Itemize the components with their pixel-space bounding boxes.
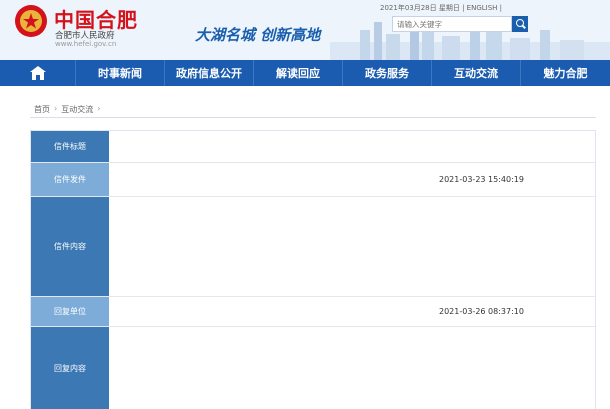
site-url: www.hefei.gov.cn [55,40,117,48]
breadcrumb: 首页 › 互动交流 › [34,104,104,115]
nav-item-charm-hefei[interactable]: 魅力合肥 [521,60,610,86]
row-letter-title: 信件标题 [31,131,595,163]
row-reply-unit: 回复单位 2021-03-26 08:37:10 [31,297,595,327]
label-reply-unit: 回复单位 [31,297,109,326]
nav-home[interactable] [0,60,76,86]
nav-item-gov-info[interactable]: 政府信息公开 [165,60,254,86]
breadcrumb-divider [30,117,596,118]
row-letter-content: 信件内容 [31,197,595,297]
breadcrumb-interaction[interactable]: 互动交流 [61,104,93,115]
breadcrumb-separator: › [97,104,101,113]
nav-item-interpretation[interactable]: 解读回应 [254,60,343,86]
letter-detail-table: 信件标题 信件发件 2021-03-23 15:40:19 信件内容 回复单位 … [30,130,596,409]
breadcrumb-home[interactable]: 首页 [34,104,50,115]
home-icon [29,66,46,80]
label-letter-content: 信件内容 [31,197,109,296]
label-letter-writer: 信件发件 [31,163,109,196]
weather-info [536,18,606,30]
slogan: 大湖名城 创新高地 [195,26,321,44]
label-letter-title: 信件标题 [31,131,109,162]
row-reply-content: 回复内容 [31,327,595,409]
breadcrumb-separator: › [54,104,58,113]
national-emblem-icon [15,5,47,37]
nav-item-news[interactable]: 时事新闻 [76,60,165,86]
nav-item-interaction[interactable]: 互动交流 [432,60,521,86]
row-letter-writer: 信件发件 2021-03-23 15:40:19 [31,163,595,197]
main-nav: 时事新闻 政府信息公开 解读回应 政务服务 互动交流 魅力合肥 [0,60,610,86]
site-header: 中国合肥 合肥市人民政府 www.hefei.gov.cn 大湖名城 创新高地 … [0,0,610,60]
search-button[interactable] [512,16,528,32]
value-letter-time: 2021-03-23 15:40:19 [439,175,524,184]
top-utility-bar[interactable]: 2021年03月28日 星期日 | ENGLISH | [380,3,608,15]
label-reply-content: 回复内容 [31,327,109,409]
nav-item-services[interactable]: 政务服务 [343,60,432,86]
search-input[interactable] [392,16,512,32]
value-reply-time: 2021-03-26 08:37:10 [439,307,524,316]
